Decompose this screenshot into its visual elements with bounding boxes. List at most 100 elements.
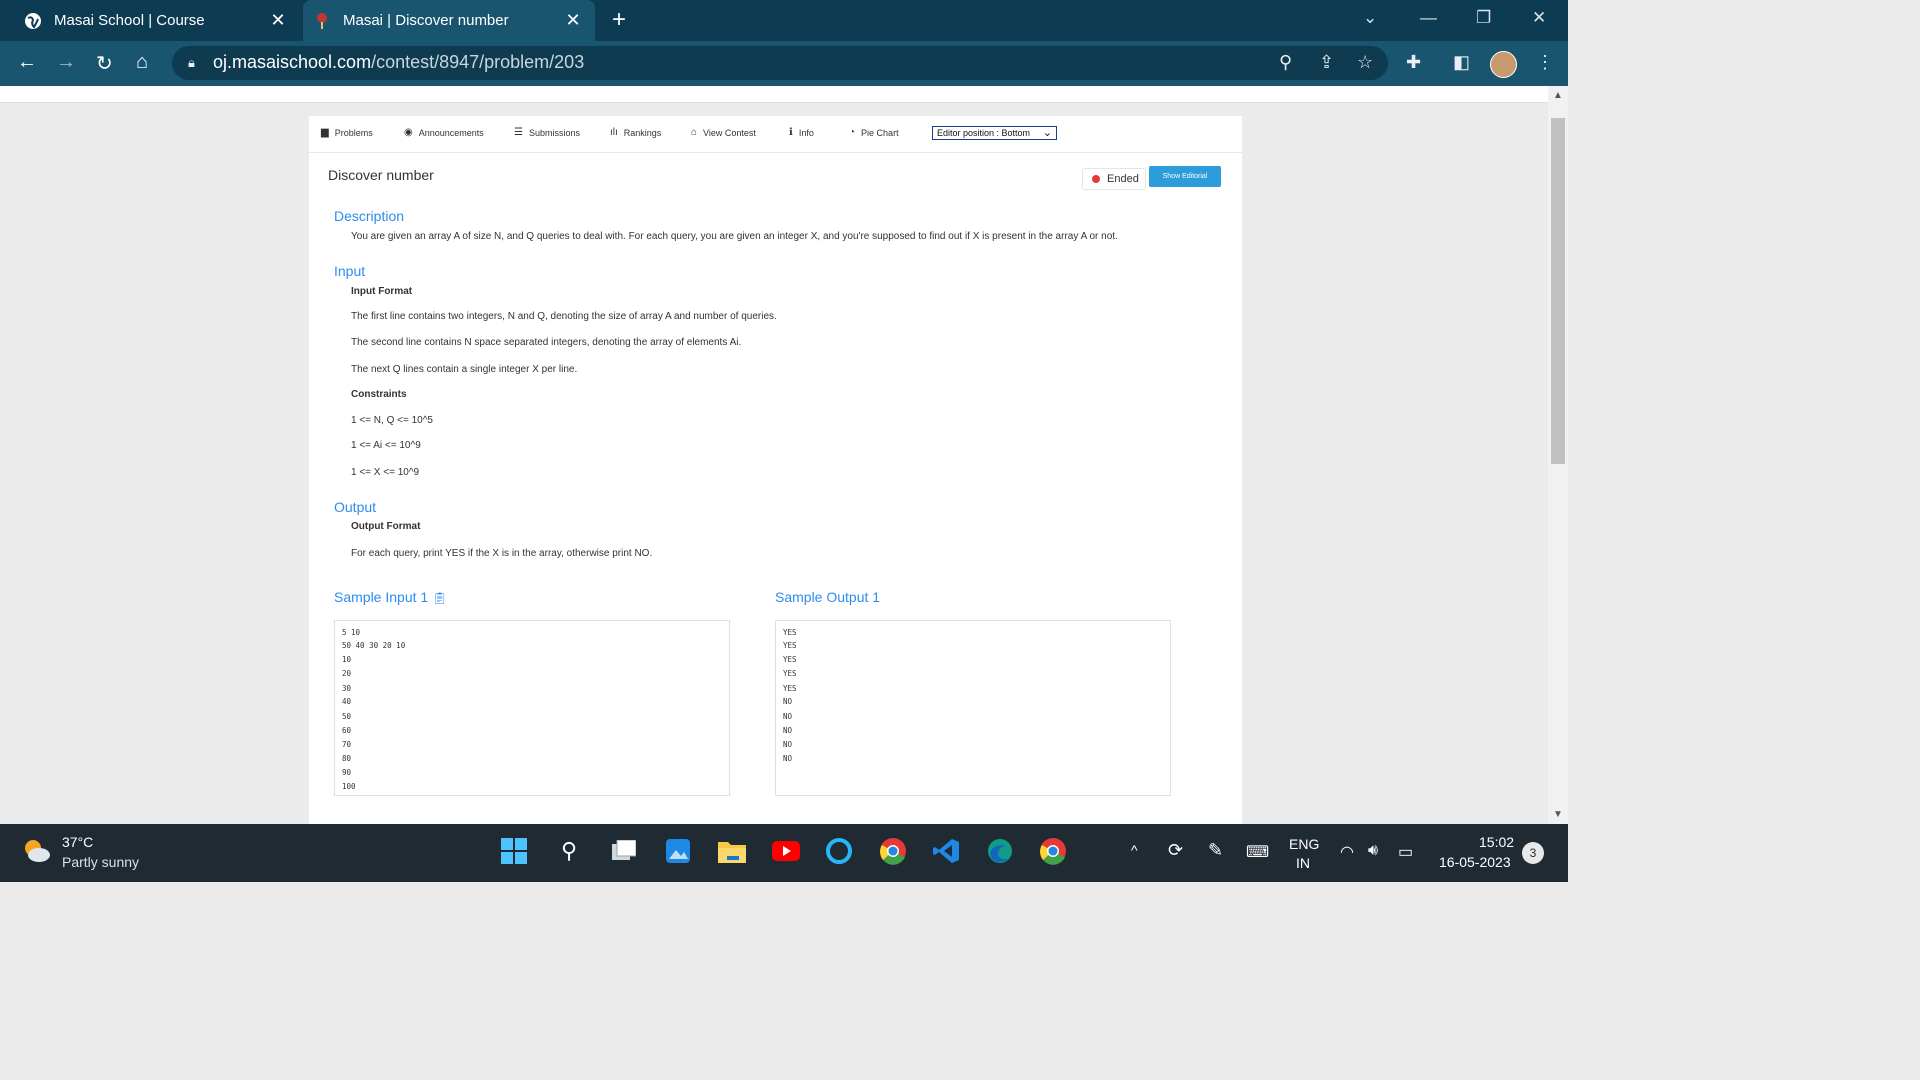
touch-keyboard-icon[interactable]: ⌨ (1246, 842, 1269, 862)
home-icon[interactable]: ⌂ (136, 51, 148, 74)
sample-output-box: YES YES YES YES YES NO NO NO NO NO (775, 620, 1171, 796)
editor-position-value: Editor position : Bottom (937, 128, 1031, 138)
clock-date[interactable]: 16-05-2023 (1439, 854, 1511, 870)
constraints-heading: Constraints (351, 389, 407, 400)
show-editorial-button[interactable]: Show Editorial (1149, 166, 1221, 187)
menu-label: Submissions (528, 127, 580, 138)
region-indicator[interactable]: IN (1296, 855, 1310, 871)
zoom-icon[interactable]: ⚲ (1279, 52, 1292, 73)
problem-title: Discover number (328, 167, 434, 183)
tab-discover-number[interactable]: Masai | Discover number ✕ (303, 0, 595, 41)
side-panel-icon[interactable]: ◧ (1453, 52, 1470, 73)
menu-view-contest[interactable]: ⌂ View Contest (691, 127, 756, 138)
masai-logo-icon (313, 12, 331, 30)
url-host: oj.masaischool.com (213, 52, 372, 72)
announcements-icon: ◉ (404, 127, 413, 138)
sample-input-line: 40 (342, 697, 352, 706)
bookmark-star-icon[interactable]: ☆ (1357, 52, 1373, 73)
scroll-up-icon[interactable]: ▲ (1553, 90, 1563, 101)
sample-output-line: YES (783, 655, 797, 664)
language-indicator[interactable]: ENG (1289, 836, 1319, 852)
sample-input-line: 80 (342, 754, 352, 763)
search-icon[interactable]: ⚲ (554, 836, 584, 866)
scrollbar-thumb[interactable] (1551, 118, 1565, 464)
close-window-icon[interactable]: ✕ (1532, 8, 1546, 28)
show-hidden-icons-chevron[interactable]: ^ (1131, 842, 1138, 858)
file-explorer-icon[interactable] (717, 836, 747, 866)
weather-temperature[interactable]: 37°C (62, 834, 93, 850)
battery-icon[interactable]: ▭ (1398, 842, 1413, 862)
tab-masai-course[interactable]: Masai School | Course ✕ (14, 0, 300, 41)
info-icon: ℹ (789, 127, 793, 138)
notification-count-badge[interactable]: 3 (1522, 842, 1544, 864)
chevron-down-icon: ⌄ (1042, 127, 1052, 139)
menu-submissions[interactable]: ☰ Submissions (514, 127, 580, 138)
sample-output-line: YES (783, 628, 797, 637)
sample-input-line: 30 (342, 684, 352, 693)
extensions-icon[interactable]: ✚ (1406, 52, 1421, 73)
menu-announcements[interactable]: ◉ Announcements (404, 127, 484, 138)
forward-icon[interactable]: → (56, 51, 76, 74)
close-tab-icon[interactable]: ✕ (563, 10, 583, 31)
new-tab-button[interactable]: + (612, 6, 626, 34)
menu-label: Rankings (623, 127, 662, 138)
editor-position-select[interactable]: Editor position : Bottom ⌄ (932, 126, 1057, 140)
task-view-icon[interactable] (609, 836, 639, 866)
sample-input-line: 50 40 30 20 10 (342, 641, 406, 650)
windows-start-icon[interactable] (499, 836, 529, 866)
youtube-icon[interactable] (771, 836, 801, 866)
sample-output-heading: Sample Output 1 (775, 589, 881, 605)
tab-search-chevron-icon[interactable]: ⌄ (1363, 8, 1377, 28)
scrollbar[interactable]: ▲ ▼ (1548, 86, 1568, 824)
clock-time[interactable]: 15:02 (1479, 834, 1514, 850)
sample-output-line: NO (783, 754, 793, 763)
back-icon[interactable]: ← (17, 51, 37, 74)
minimize-icon[interactable]: — (1420, 8, 1437, 28)
chrome-profile-icon[interactable] (1038, 836, 1068, 866)
submissions-icon: ☰ (514, 127, 523, 138)
sample-output-line: NO (783, 740, 793, 749)
menu-label: Problems (334, 127, 373, 138)
menu-info[interactable]: ℹ Info (789, 127, 814, 138)
sample-input-title: Sample Input 1 (334, 589, 429, 605)
home-icon: ⌂ (691, 127, 698, 138)
menu-rankings[interactable]: ılı Rankings (610, 127, 661, 138)
menu-label: Pie Chart (861, 127, 899, 138)
wifi-icon[interactable]: ◠ (1340, 842, 1354, 862)
sample-input-line: 10 (342, 655, 352, 664)
pen-menu-icon[interactable]: ✎ (1208, 840, 1223, 861)
weather-condition[interactable]: Partly sunny (62, 854, 139, 870)
rankings-icon: ılı (610, 127, 618, 138)
volume-icon[interactable]: 🔊︎ (1368, 842, 1378, 860)
sample-output-line: YES (783, 641, 797, 650)
sample-output-line: YES (783, 669, 797, 678)
partly-sunny-icon[interactable] (22, 836, 52, 866)
input-line: The second line contains N space separat… (351, 337, 742, 348)
sample-input-line: 60 (342, 726, 352, 735)
more-menu-icon[interactable]: ⋮ (1536, 52, 1554, 73)
reload-icon[interactable]: ↻ (96, 51, 113, 76)
copy-clipboard-icon[interactable]: 📋︎ (432, 591, 447, 605)
scroll-down-icon[interactable]: ▼ (1553, 809, 1563, 820)
menu-pie-chart[interactable]: ◔ Pie Chart (849, 127, 899, 138)
output-line: For each query, print YES if the X is in… (351, 548, 653, 559)
restore-icon[interactable]: ❐ (1476, 8, 1491, 28)
url-text[interactable]: oj.masaischool.com/contest/8947/problem/… (213, 52, 584, 73)
vscode-icon[interactable] (931, 836, 961, 866)
sync-icon[interactable]: ⟳ (1168, 840, 1183, 861)
menu-problems[interactable]: ▆ Problems (321, 127, 373, 138)
menu-label: Announcements (418, 127, 484, 138)
output-heading: Output (334, 499, 377, 515)
sample-output-line: NO (783, 697, 793, 706)
close-tab-icon[interactable]: ✕ (268, 10, 288, 31)
sample-input-box: 5 10 50 40 30 20 10 10 20 30 40 50 60 70… (334, 620, 730, 796)
share-icon[interactable]: ⇪ (1319, 52, 1334, 73)
sample-input-line: 90 (342, 768, 352, 777)
cortana-icon[interactable] (824, 836, 854, 866)
chrome-icon[interactable] (878, 836, 908, 866)
photos-app-icon[interactable] (663, 836, 693, 866)
profile-avatar[interactable] (1490, 51, 1517, 78)
lock-icon[interactable]: 🔒︎ (188, 55, 195, 71)
input-line: The first line contains two integers, N … (351, 311, 777, 322)
edge-icon[interactable] (985, 836, 1015, 866)
